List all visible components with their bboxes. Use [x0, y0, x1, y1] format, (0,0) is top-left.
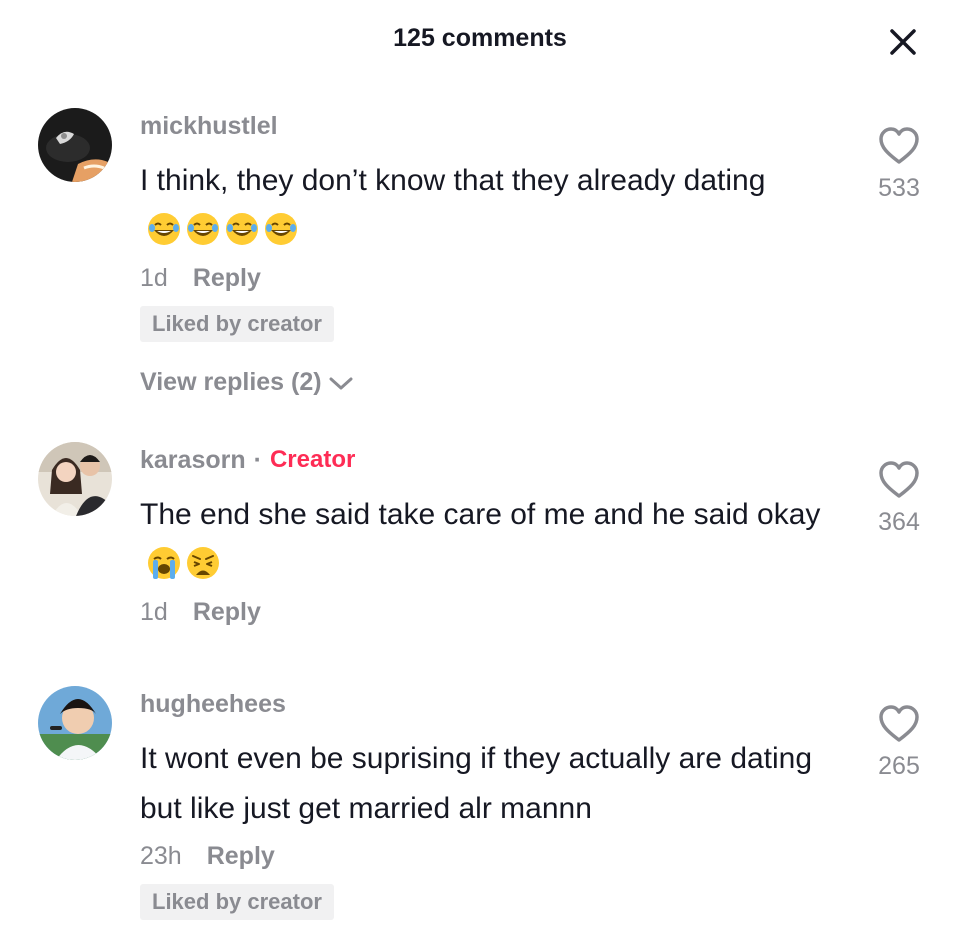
- heart-icon[interactable]: [877, 704, 921, 744]
- laughing-tears-emoji: [226, 213, 258, 246]
- close-icon: [890, 29, 916, 55]
- comments-panel: 125 comments mickhustlel I think, they d…: [0, 0, 960, 947]
- laughing-tears-emoji: [187, 213, 219, 246]
- comment-timestamp: 1d: [140, 597, 168, 626]
- like-count: 265: [878, 752, 920, 780]
- comment-text: I think, they don’t know that they alrea…: [140, 156, 840, 256]
- comment-timestamp: 1d: [140, 263, 168, 292]
- comments-header: 125 comments: [0, 0, 960, 80]
- like-column: 265: [860, 704, 938, 781]
- close-button[interactable]: [883, 22, 923, 62]
- creator-tag: Creator: [269, 446, 356, 473]
- reply-button[interactable]: Reply: [207, 842, 275, 871]
- laughing-tears-emoji: [148, 213, 180, 246]
- comment-body: hugheehees It wont even be suprising if …: [140, 686, 840, 920]
- loudly-crying-emoji: [148, 547, 180, 580]
- comment-body: mickhustlel I think, they don’t know tha…: [140, 108, 840, 397]
- like-column: 364: [860, 460, 938, 537]
- reply-button[interactable]: Reply: [193, 264, 261, 293]
- avatar[interactable]: [38, 442, 112, 516]
- comment-text: It wont even be suprising if they actual…: [140, 742, 813, 825]
- avatar[interactable]: [38, 108, 112, 182]
- reply-button[interactable]: Reply: [193, 598, 261, 627]
- like-count: 533: [878, 174, 920, 202]
- username[interactable]: hugheehees: [140, 690, 286, 719]
- weary-emoji: [187, 547, 219, 580]
- comment-timestamp: 23h: [140, 841, 182, 870]
- liked-by-creator-badge: Liked by creator: [140, 884, 334, 920]
- comment-text: The end she said take care of me and he …: [140, 490, 840, 590]
- username[interactable]: mickhustlel: [140, 112, 278, 141]
- like-column: 533: [860, 126, 938, 203]
- username[interactable]: karasorn: [140, 446, 246, 475]
- comments-count-title: 125 comments: [393, 24, 567, 52]
- heart-icon[interactable]: [877, 460, 921, 500]
- avatar[interactable]: [38, 686, 112, 760]
- view-replies-button[interactable]: View replies (2): [140, 368, 840, 397]
- comment-body: karasorn · Creator The end she said take…: [140, 442, 840, 632]
- like-count: 364: [878, 508, 920, 536]
- liked-by-creator-badge: Liked by creator: [140, 306, 334, 342]
- laughing-tears-emoji: [265, 213, 297, 246]
- chevron-down-icon: [329, 377, 353, 389]
- heart-icon[interactable]: [877, 126, 921, 166]
- separator-dot: ·: [253, 445, 262, 474]
